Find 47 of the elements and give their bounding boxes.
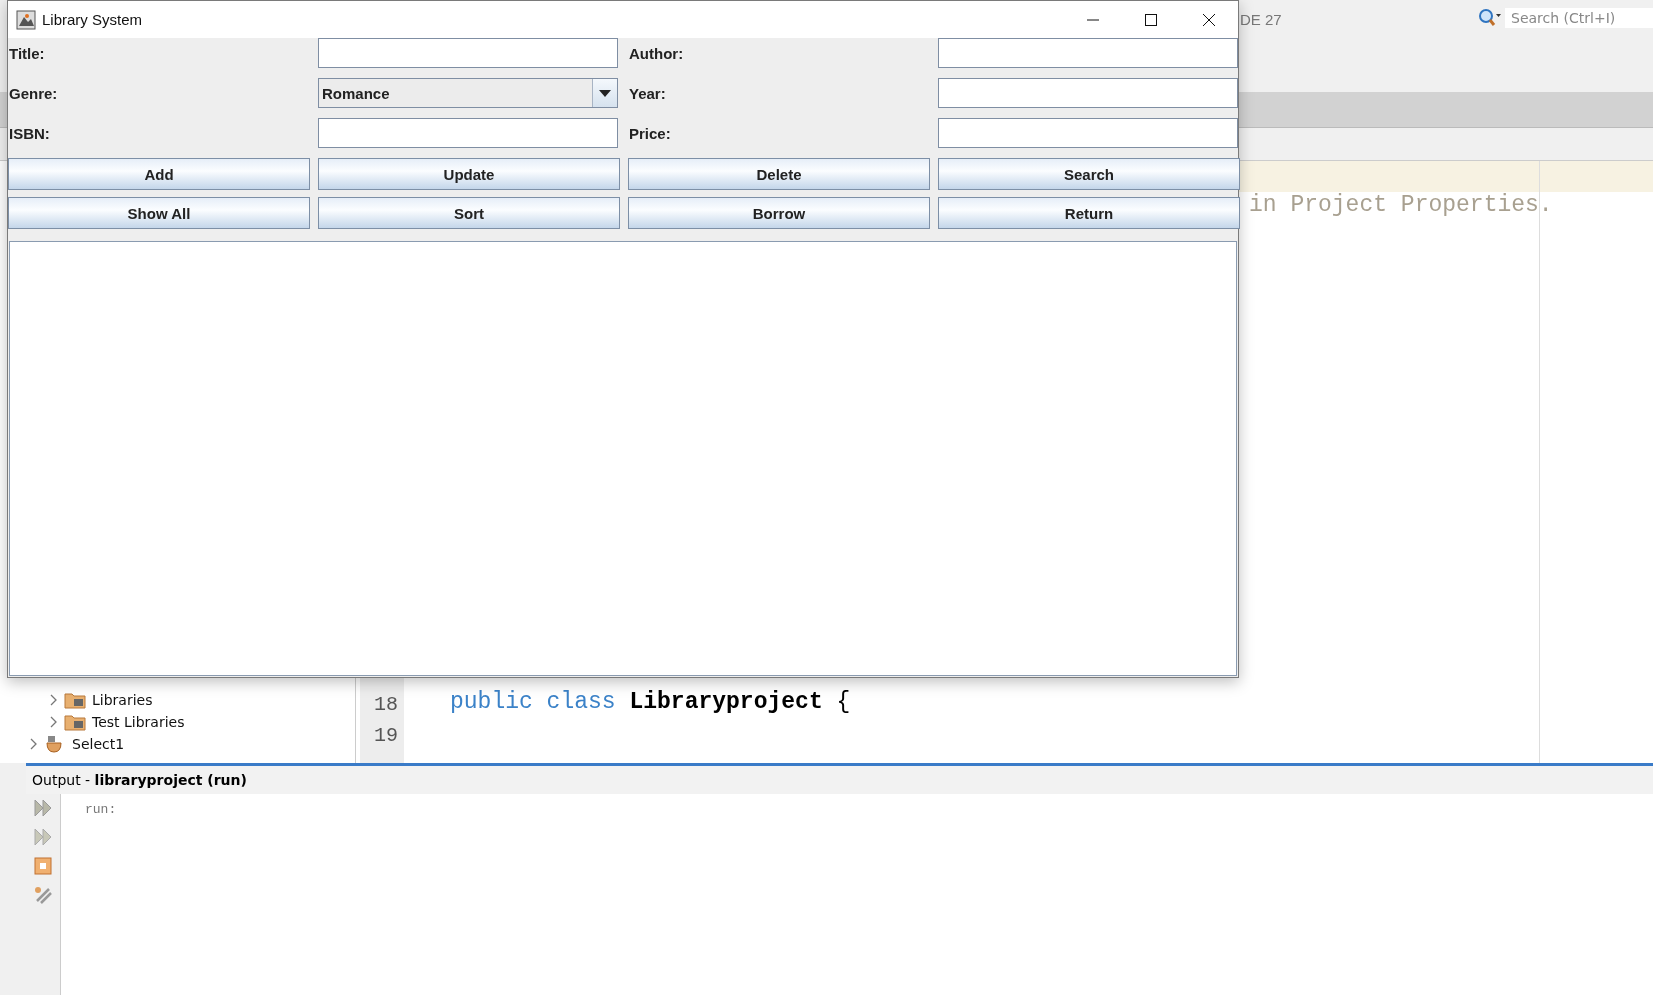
output-line: run: [85, 802, 117, 817]
search-field[interactable]: Search (Ctrl+I) [1505, 8, 1653, 28]
window-title: Library System [42, 11, 143, 28]
minimize-icon [1086, 18, 1100, 21]
caret-icon [599, 89, 611, 97]
input-field[interactable] [938, 78, 1238, 108]
chevron-icon[interactable] [48, 716, 58, 728]
action-button[interactable]: Sort [318, 197, 620, 229]
action-button[interactable]: Show All [8, 197, 310, 229]
stop-icon[interactable] [33, 856, 53, 876]
input-field[interactable] [938, 118, 1238, 148]
folder-icon [64, 691, 86, 709]
input-field[interactable] [318, 38, 618, 68]
action-button[interactable]: Search [938, 158, 1240, 190]
code-token: { [836, 689, 851, 715]
close-icon [1202, 12, 1216, 27]
folder-icon [64, 713, 86, 731]
input-field[interactable] [938, 38, 1238, 68]
line-number: 19 [373, 723, 399, 749]
field-label: Title: [8, 43, 46, 64]
action-button[interactable]: Borrow [628, 197, 930, 229]
action-button[interactable]: Add [8, 158, 310, 190]
input-field[interactable] [318, 118, 618, 148]
rerun-icon[interactable] [33, 827, 53, 847]
code-token: public class [450, 689, 616, 715]
field-label: ISBN: [8, 123, 51, 144]
app-icon [16, 9, 36, 30]
line-number: 18 [373, 692, 399, 718]
genre-dropdown[interactable]: Romance [318, 78, 618, 108]
rerun-icon[interactable] [33, 798, 53, 818]
maximize-icon [1144, 12, 1158, 27]
toolbar-title: DE 27 [1240, 11, 1282, 28]
field-label: Year: [628, 83, 667, 104]
action-button[interactable]: Delete [628, 158, 930, 190]
action-button[interactable]: Return [938, 197, 1240, 229]
code-token: Libraryproject [629, 689, 823, 715]
field-label: Price: [628, 123, 672, 144]
field-label: Genre: [8, 83, 59, 104]
tree-item-label[interactable]: Libraries [92, 692, 153, 708]
code-text: in Project Properties. [1249, 192, 1553, 218]
tree-item-label[interactable]: Test Libraries [92, 714, 185, 730]
action-button[interactable]: Update [318, 158, 620, 190]
search-icon[interactable] [1477, 8, 1501, 28]
tree-item-label[interactable]: Select1 [72, 736, 125, 752]
chevron-icon[interactable] [28, 738, 38, 750]
field-label: Author: [628, 43, 685, 64]
chevron-icon[interactable] [48, 694, 58, 706]
